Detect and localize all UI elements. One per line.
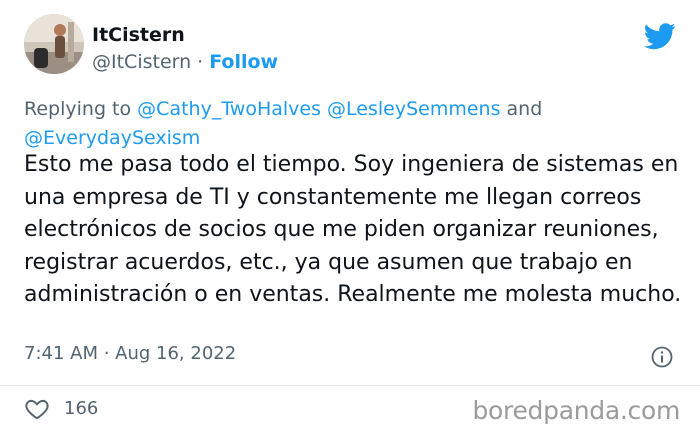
twitter-bird-icon[interactable] — [644, 20, 676, 52]
like-count: 166 — [64, 398, 99, 419]
replying-to-label: Replying to — [24, 98, 132, 120]
display-name[interactable]: ItCistern — [92, 24, 185, 46]
handle-line: @ItCistern · Follow — [92, 51, 278, 73]
mention-link[interactable]: @Cathy_TwoHalves — [137, 98, 321, 120]
replying-to: Replying to @Cathy_TwoHalves @LesleySemm… — [24, 95, 664, 153]
mention-link[interactable]: @LesleySemmens — [327, 98, 500, 120]
handle[interactable]: @ItCistern — [92, 51, 191, 73]
divider — [0, 385, 700, 386]
replying-to-conjunction: and — [506, 98, 543, 120]
watermark: boredpanda.com — [472, 396, 680, 425]
avatar[interactable] — [24, 14, 84, 74]
mention-link[interactable]: @EverydaySexism — [24, 127, 200, 149]
follow-button[interactable]: Follow — [209, 51, 278, 73]
tweet-header: ItCistern @ItCistern · Follow — [24, 14, 676, 84]
separator-dot: · — [197, 51, 204, 73]
info-icon[interactable] — [650, 345, 674, 369]
heart-icon[interactable] — [24, 396, 50, 422]
avatar-image — [24, 14, 84, 74]
tweet-text: Esto me pasa todo el tiempo. Soy ingenie… — [24, 152, 682, 307]
tweet-timestamp[interactable]: 7:41 AM · Aug 16, 2022 — [24, 343, 236, 364]
